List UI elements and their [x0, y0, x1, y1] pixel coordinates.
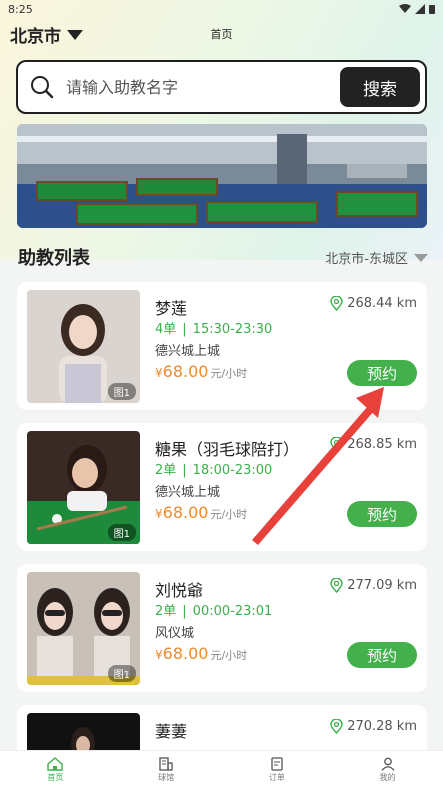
- home-icon: [47, 756, 64, 771]
- search-icon: [31, 76, 54, 99]
- tab-label: 订单: [268, 772, 285, 782]
- book-button[interactable]: 预约: [347, 360, 417, 386]
- price-value: 68.00: [162, 362, 209, 381]
- coach-venue: 风仪城: [155, 626, 195, 641]
- battery-icon: [429, 5, 435, 14]
- venue-icon: [159, 756, 173, 771]
- coach-distance: 277.09 km: [330, 578, 417, 593]
- price-unit: 元/小时: [210, 508, 248, 521]
- separator: |: [182, 322, 187, 337]
- separator: |: [182, 463, 187, 478]
- coach-meta: 2单 | 18:00-23:00: [155, 459, 272, 478]
- coach-name: 刘悦爺: [155, 581, 204, 600]
- distance-value: 268.85 km: [347, 437, 417, 452]
- page-title: 首页: [210, 28, 233, 41]
- location-pin-icon: [330, 296, 343, 311]
- tab-venue[interactable]: 球馆: [111, 751, 222, 788]
- coach-photo[interactable]: 图1: [27, 572, 140, 685]
- status-bar: 8:25: [0, 0, 443, 18]
- location-pin-icon: [330, 578, 343, 593]
- price-value: 68.00: [162, 644, 209, 663]
- tab-label: 球馆: [158, 772, 175, 782]
- order-count: 4单: [155, 322, 177, 337]
- status-icons: [399, 4, 435, 14]
- coach-name: 梦莲: [155, 299, 188, 318]
- wifi-icon: [399, 4, 411, 13]
- currency-symbol: ¥: [155, 648, 163, 662]
- coach-meta: 2单 | 00:00-23:01: [155, 600, 272, 619]
- district-label: 北京市-东城区: [325, 252, 408, 267]
- status-time: 8:25: [8, 2, 33, 16]
- tab-profile[interactable]: 我的: [332, 751, 443, 788]
- coach-photo[interactable]: 图1: [27, 290, 140, 403]
- coach-distance: 268.85 km: [330, 437, 417, 452]
- image-index-badge: 图1: [107, 665, 136, 682]
- distance-value: 277.09 km: [347, 578, 417, 593]
- coach-meta: 4单 | 15:30-23:30: [155, 318, 272, 337]
- location-pin-icon: [330, 437, 343, 452]
- district-selector[interactable]: 北京市-东城区: [325, 248, 428, 267]
- profile-icon: [381, 757, 395, 771]
- signal-icon: [415, 4, 425, 14]
- dropdown-triangle-icon: [414, 253, 428, 262]
- coach-name: 糖果（羽毛球陪打）: [155, 440, 300, 459]
- coach-price: ¥68.00 元/小时: [155, 644, 247, 663]
- coach-card[interactable]: 图1 糖果（羽毛球陪打） 268.85 km 2单 | 18:00-23:00 德兴…: [17, 423, 427, 551]
- coach-venue: 德兴城上城: [155, 344, 221, 359]
- order-count: 2单: [155, 604, 177, 619]
- working-hours: 00:00-23:01: [192, 604, 273, 619]
- bottom-tabbar: 首页 球馆 订单 我的: [0, 750, 443, 788]
- search-bar: 搜索: [16, 60, 427, 114]
- billiard-hall-photo: [17, 124, 427, 228]
- coach-distance: 270.28 km: [330, 719, 417, 734]
- location-pin-icon: [330, 719, 343, 734]
- coach-venue: 德兴城上城: [155, 485, 221, 500]
- currency-symbol: ¥: [155, 507, 163, 521]
- header: 北京市 首页: [0, 20, 443, 47]
- coach-price: ¥68.00 元/小时: [155, 362, 247, 381]
- book-button[interactable]: 预约: [347, 501, 417, 527]
- working-hours: 15:30-23:30: [192, 322, 273, 337]
- coach-distance: 268.44 km: [330, 296, 417, 311]
- working-hours: 18:00-23:00: [192, 463, 273, 478]
- section-header: 助教列表 北京市-东城区: [18, 244, 428, 269]
- price-value: 68.00: [162, 503, 209, 522]
- coach-card[interactable]: 图1 刘悦爺 277.09 km 2单 | 00:00-23:01 风仪城 ¥68.…: [17, 564, 427, 692]
- tab-label: 我的: [379, 772, 396, 782]
- image-index-badge: 图1: [107, 524, 136, 541]
- currency-symbol: ¥: [155, 366, 163, 380]
- price-unit: 元/小时: [210, 649, 248, 662]
- tab-home[interactable]: 首页: [0, 751, 111, 788]
- distance-value: 270.28 km: [347, 719, 417, 734]
- coach-name: 萋萋: [155, 722, 188, 741]
- coach-card[interactable]: 图1 梦莲 268.44 km 4单 | 15:30-23:30 德兴城上城 ¥68…: [17, 282, 427, 410]
- book-button[interactable]: 预约: [347, 642, 417, 668]
- coach-photo[interactable]: 图1: [27, 431, 140, 544]
- order-count: 2单: [155, 463, 177, 478]
- coach-price: ¥68.00 元/小时: [155, 503, 247, 522]
- separator: |: [182, 604, 187, 619]
- search-input[interactable]: [66, 77, 340, 97]
- search-button[interactable]: 搜索: [340, 67, 420, 107]
- banner-image[interactable]: [17, 124, 427, 228]
- orders-icon: [271, 756, 283, 771]
- section-title: 助教列表: [18, 248, 90, 269]
- tab-label: 首页: [47, 772, 64, 782]
- tab-orders[interactable]: 订单: [222, 751, 333, 788]
- price-unit: 元/小时: [210, 367, 248, 380]
- distance-value: 268.44 km: [347, 296, 417, 311]
- image-index-badge: 图1: [107, 383, 136, 400]
